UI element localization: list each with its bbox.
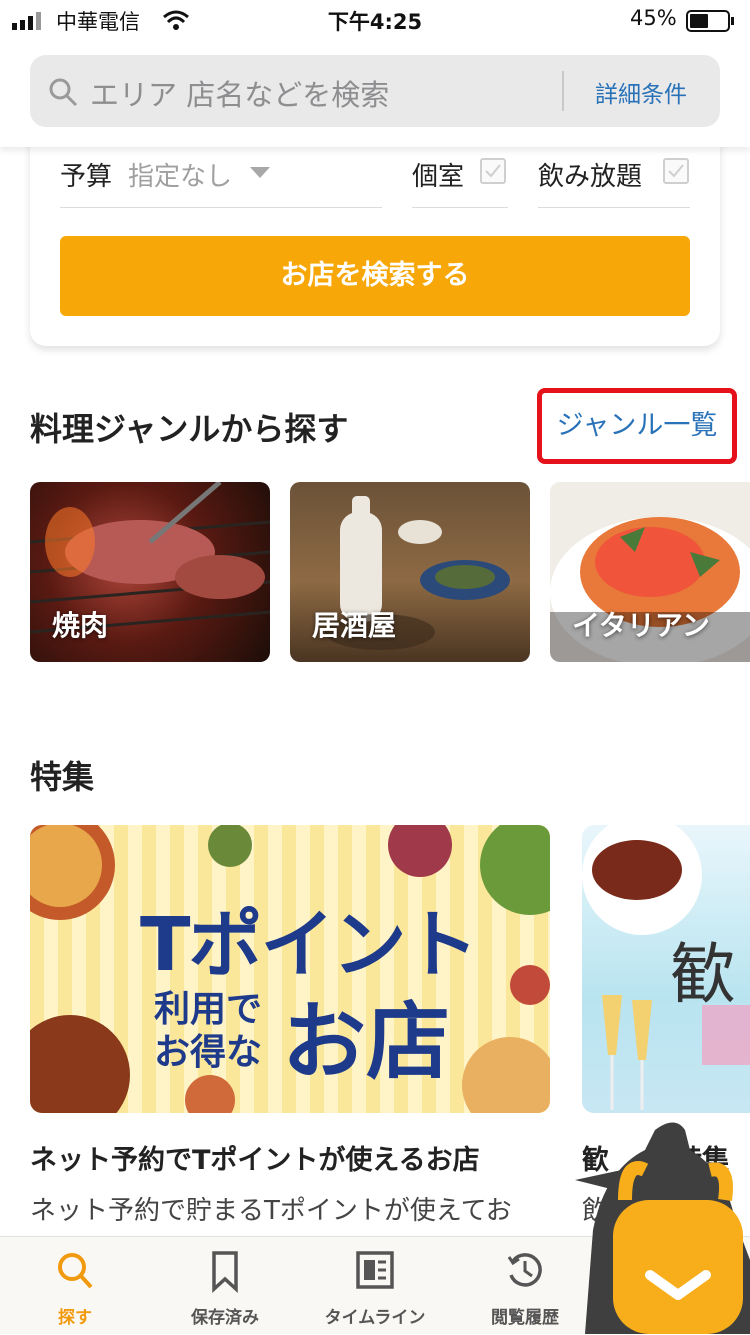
genre-card-yakiniku[interactable]: 焼肉 (30, 482, 270, 662)
divider (538, 207, 690, 208)
feature-banner-2[interactable]: 歓 (582, 825, 750, 1113)
genre-label: イタリアン (572, 609, 710, 642)
budget-select[interactable]: 指定なし (128, 156, 232, 193)
tab-timeline[interactable]: タイムライン (300, 1237, 450, 1335)
feature-title[interactable]: ネット予約でTポイントが使えるお店 (30, 1138, 480, 1177)
genre-section-title: 料理ジャンルから探す (30, 410, 349, 448)
bear-mascot-image[interactable] (575, 1110, 750, 1334)
battery-icon (686, 10, 734, 32)
search-icon (58, 1253, 93, 1289)
search-header: エリア 店名などを検索 詳細条件 (0, 42, 750, 147)
divider (562, 71, 564, 111)
caret-down-icon (250, 167, 270, 178)
all-you-can-drink-checkbox[interactable] (663, 158, 689, 184)
budget-label: 予算 (60, 162, 113, 192)
search-filter-card: 予算 指定なし 個室 飲み放題 お店を検索する (30, 120, 720, 346)
banner-subtext: お得な (154, 1032, 263, 1073)
battery-percent: 45% (630, 6, 677, 30)
search-shops-button[interactable]: お店を検索する (60, 236, 690, 316)
tab-saved[interactable]: 保存済み (150, 1237, 300, 1335)
genre-card-italian[interactable]: イタリアン (550, 482, 750, 662)
check-icon (485, 164, 501, 178)
genre-list-link[interactable]: ジャンル一覧 (537, 388, 737, 464)
private-room-label: 個室 (412, 162, 465, 192)
tab-label: タイムライン (324, 1308, 426, 1328)
timeline-icon (356, 1251, 394, 1289)
feature-description: ネット予約で貯まるTポイントが使えてお (30, 1196, 512, 1226)
check-icon (668, 164, 684, 178)
banner-headline: 歓 (670, 936, 736, 1013)
all-you-can-drink-label: 飲み放題 (538, 162, 643, 192)
tab-label: 保存済み (191, 1308, 259, 1328)
genre-label: 焼肉 (52, 609, 109, 642)
banner-headline: お店 (282, 993, 451, 1091)
tab-label: 探す (58, 1308, 92, 1328)
divider (412, 207, 508, 208)
search-placeholder: エリア 店名などを検索 (90, 78, 390, 112)
bookmark-icon (212, 1251, 238, 1293)
genre-card-izakaya[interactable]: 居酒屋 (290, 482, 530, 662)
genre-label: 居酒屋 (312, 609, 397, 642)
feature-section-title: 特集 (30, 758, 95, 796)
search-icon (49, 78, 78, 107)
tab-search[interactable]: 探す (0, 1237, 150, 1335)
status-bar: 中華電信 下午4:25 45% (0, 0, 750, 42)
detail-conditions-link[interactable]: 詳細条件 (595, 75, 687, 109)
search-input[interactable]: エリア 店名などを検索 詳細条件 (30, 55, 720, 127)
history-icon (507, 1253, 542, 1287)
feature-banner-tpoint[interactable]: Tポイント 利用で お得な お店 (30, 825, 550, 1113)
divider (60, 207, 382, 208)
private-room-checkbox[interactable] (480, 158, 506, 184)
